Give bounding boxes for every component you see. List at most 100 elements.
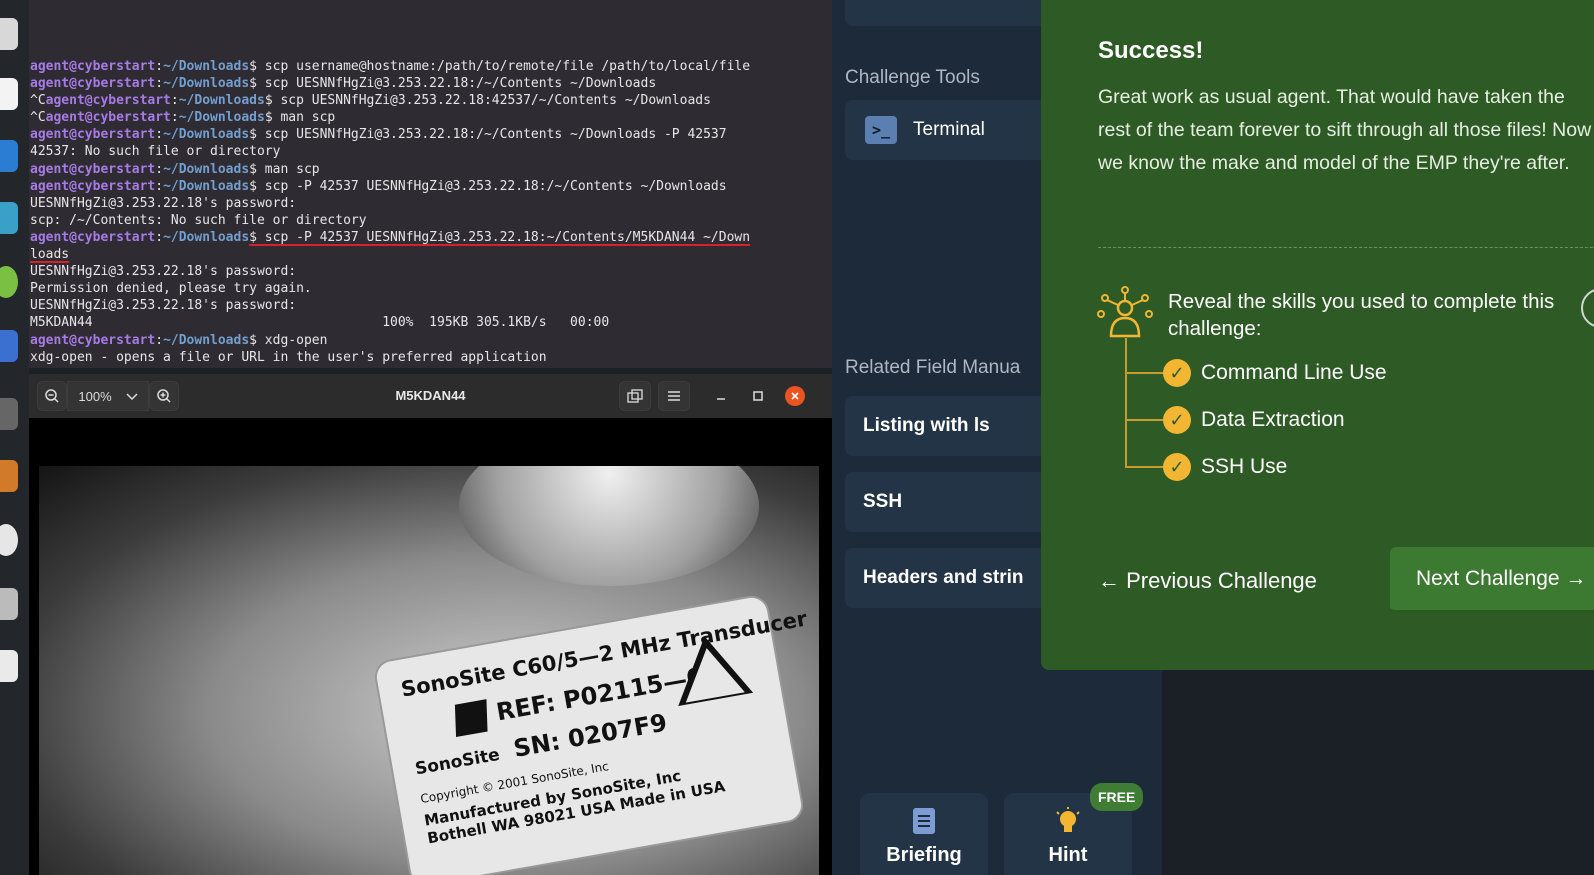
divider (1098, 247, 1594, 248)
chat-icon[interactable] (0, 266, 18, 298)
terminal-output-text: scp: /~/Contents: No such file or direct… (30, 212, 367, 228)
skill-label: SSH Use (1201, 455, 1288, 478)
vscode-icon[interactable] (0, 140, 18, 172)
toggle-button[interactable] (1581, 288, 1594, 328)
team-skills-icon (1097, 286, 1153, 338)
terminal-line: M5KDAN44 100% 195KB 305.1KB/s 00:00 (30, 314, 832, 331)
previous-challenge-link[interactable]: ← Previous Challenge (1098, 568, 1317, 594)
terminal-line: xdg-open - opens a file or URL in the us… (30, 349, 832, 366)
prompt-user: agent@cyberstart (30, 127, 156, 143)
terminal-line: agent@cyberstart:~/Downloads$ scp -P 425… (30, 178, 727, 194)
terminal-line: ^Cagent@cyberstart:~/Downloads$ man scp (30, 110, 336, 126)
warning-triangle-icon (667, 629, 754, 706)
dock (0, 0, 29, 875)
next-challenge-button[interactable]: Next Challenge → (1390, 547, 1594, 613)
close-icon[interactable] (785, 386, 805, 406)
terminal-line: agent@cyberstart:~/Downloads$ xdg-open (30, 332, 328, 348)
terminal-line: agent@cyberstart:~/Downloads$ man scp (30, 161, 320, 177)
terminal-output-text: UESNNfHgZi@3.253.22.18's password: (30, 195, 297, 211)
prompt-path: ~/Downloads (163, 178, 250, 194)
challenge-tools-heading: Challenge Tools (845, 67, 980, 88)
check-icon: ✓ (1163, 406, 1191, 434)
terminal-command: $ xdg-open (249, 332, 328, 348)
terminal-line: agent@cyberstart:~/Downloads$ scp UESNNf… (30, 127, 727, 143)
app-icon[interactable] (0, 330, 18, 362)
success-message: Great work as usual agent. That would ha… (1098, 86, 1592, 174)
document-icon (913, 808, 935, 834)
skills-heading: Reveal the skills you used to complete t… (1168, 290, 1555, 340)
check-icon: ✓ (1163, 453, 1191, 481)
prompt-user: agent@cyberstart (30, 76, 156, 92)
sonosite-logo-icon (454, 699, 488, 738)
terminal-line: agent@cyberstart:~/Downloads$ scp userna… (30, 59, 751, 74)
terminal-command: $ scp UESNNfHgZi@3.253.22.18:42537/~/Con… (264, 93, 711, 109)
skill-item: ✓ SSH Use (1125, 452, 1287, 482)
settings-icon[interactable] (0, 524, 18, 556)
prompt-path: ~/Downloads (163, 332, 250, 348)
prompt-user: agent@cyberstart (30, 229, 156, 245)
terminal-line: agent@cyberstart:~/Downloads$ scp -P 425… (30, 229, 751, 245)
transducer-photo: SonoSite C60/5—2 MHz Transducer REF: P02… (39, 466, 819, 875)
transducer-dome (459, 466, 759, 586)
image-viewer-icon[interactable] (0, 588, 18, 620)
files-icon[interactable] (0, 18, 18, 50)
text-editor-icon[interactable] (0, 78, 18, 110)
success-panel: Success! Great work as usual agent. That… (1041, 0, 1594, 670)
minimize-icon[interactable] (709, 381, 733, 411)
terminal-command: $ man scp (264, 110, 336, 126)
plate-brand: SonoSite (413, 744, 502, 780)
briefing-tab[interactable]: Briefing (860, 793, 988, 875)
terminal-command: $ scp UESNNfHgZi@3.253.22.18:/~/Contents… (249, 76, 657, 92)
terminal-output-text: 42537: No such file or directory (30, 144, 281, 160)
prompt-path: ~/Downloads (163, 127, 250, 143)
terminal-line: 42537: No such file or directory (30, 143, 832, 160)
prompt-path: ~/Downloads (163, 76, 250, 92)
terminal-output-text: xdg-open - opens a file or URL in the us… (30, 349, 547, 365)
terminal-output-text: M5KDAN44 100% 195KB 305.1KB/s 00:00 (30, 315, 610, 331)
terminal-window[interactable]: agent@cyberstart:~/Downloads$ scp userna… (29, 0, 832, 368)
terminal-icon: >_ (865, 116, 897, 144)
prompt-path: ~/Downloads (178, 110, 265, 126)
prompt-user: agent@cyberstart (30, 332, 156, 348)
prompt-path: ~/Downloads (163, 229, 250, 245)
lightbulb-icon (1056, 807, 1080, 832)
terminal-tool-label: Terminal (913, 119, 985, 140)
prompt-user: agent@cyberstart (45, 110, 171, 126)
terminal-output: agent@cyberstart:~/Downloads$ scp userna… (30, 58, 832, 366)
briefing-label: Briefing (886, 844, 962, 866)
terminal-line: UESNNfHgZi@3.253.22.18's password: (30, 195, 832, 212)
skill-item: ✓ Data Extraction (1125, 405, 1345, 435)
terminal-interrupt: ^C (30, 110, 46, 126)
prompt-user: agent@cyberstart (30, 59, 156, 74)
skill-item: ✓ Command Line Use (1125, 358, 1387, 388)
prompt-user: agent@cyberstart (45, 93, 171, 109)
fullscreen-icon[interactable] (619, 381, 651, 411)
terminal-output-text: UESNNfHgZi@3.253.22.18's password: (30, 298, 297, 314)
terminal-line: ^Cagent@cyberstart:~/Downloads$ scp UESN… (30, 93, 711, 109)
check-icon: ✓ (1163, 359, 1191, 387)
viewer-header-bar: 100% M5KDAN44 (29, 374, 832, 418)
skill-label: Data Extraction (1201, 408, 1345, 431)
app-icon[interactable] (0, 650, 18, 682)
terminal-line: agent@cyberstart:~/Downloads$ scp UESNNf… (30, 76, 657, 92)
success-title: Success! (1098, 37, 1204, 64)
image-viewer-window[interactable]: 100% M5KDAN44 SonoSite C60/5—2 MHz Trans… (29, 374, 832, 875)
app-icon[interactable] (0, 398, 18, 430)
menu-icon[interactable] (658, 381, 690, 411)
prompt-path: ~/Downloads (163, 161, 250, 177)
terminal-output-text: Permission denied, please try again. (30, 281, 312, 297)
app-icon[interactable] (0, 202, 18, 234)
terminal-line: Permission denied, please try again. (30, 280, 832, 297)
terminal-line: UESNNfHgZi@3.253.22.18's password: (30, 263, 832, 280)
terminal-interrupt: ^C (30, 93, 46, 109)
terminal-line: loads (30, 246, 832, 263)
maximize-icon[interactable] (746, 381, 770, 411)
app-icon[interactable] (0, 460, 18, 492)
terminal-command: $ man scp (249, 161, 320, 177)
terminal-line: UESNNfHgZi@3.253.22.18's password: (30, 297, 832, 314)
terminal-line: scp: /~/Contents: No such file or direct… (30, 212, 832, 229)
skill-label: Command Line Use (1201, 361, 1387, 384)
transducer-label-plate: SonoSite C60/5—2 MHz Transducer REF: P02… (372, 593, 809, 875)
hint-label: Hint (1048, 844, 1088, 866)
prompt-path: ~/Downloads (178, 93, 265, 109)
